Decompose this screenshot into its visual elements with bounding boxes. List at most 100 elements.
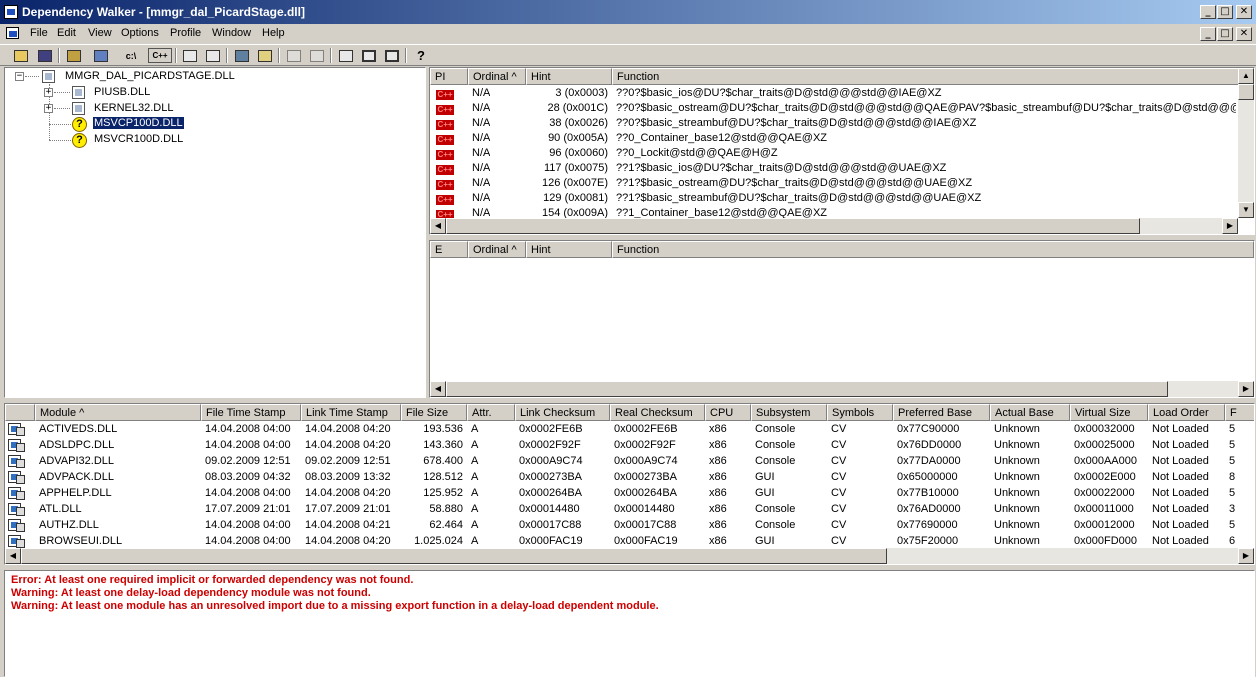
child-restore-button[interactable]: □ — [1217, 27, 1233, 41]
scroll-right-icon[interactable]: ▶ — [1238, 548, 1254, 564]
close-button[interactable]: ✕ — [1236, 5, 1252, 19]
next-icon[interactable] — [306, 46, 328, 65]
col-function[interactable]: Function — [612, 241, 1254, 258]
import-row[interactable]: C++ N/A 129 (0x0081) ??1?$basic_streambuf@D… — [430, 191, 1238, 206]
tree-item-msvcp100d[interactable]: MSVCP100D.DLL — [92, 116, 185, 130]
col-f[interactable]: F — [1225, 404, 1254, 421]
import-row[interactable]: C++ N/A 96 (0x0060) ??0_Lockit@std@@QAE@H@Z — [430, 146, 1238, 161]
module-row[interactable]: ACTIVEDS.DLL 14.04.2008 04:00 14.04.2008 0… — [5, 422, 1254, 437]
col-symbols[interactable]: Symbols — [827, 404, 893, 421]
chart-icon[interactable] — [179, 46, 201, 65]
maximize-button[interactable]: □ — [1217, 5, 1233, 19]
col-pi[interactable]: PI — [430, 68, 468, 85]
menu-view[interactable]: View — [88, 27, 112, 39]
col-virtual-size[interactable]: Virtual Size — [1070, 404, 1148, 421]
scroll-down-icon[interactable]: ▼ — [1238, 202, 1254, 218]
import-row[interactable]: C++ N/A 38 (0x0026) ??0?$basic_streambuf@DU… — [430, 116, 1238, 131]
system-info-icon[interactable] — [231, 46, 253, 65]
tile-vertical-icon[interactable] — [381, 46, 403, 65]
properties-icon[interactable] — [202, 46, 224, 65]
tree-item-kernel32[interactable]: KERNEL32.DLL — [94, 102, 174, 114]
col-preferred-base[interactable]: Preferred Base — [893, 404, 990, 421]
modules-hscroll[interactable]: ◀ ▶ — [5, 548, 1254, 564]
tile-horizontal-icon[interactable] — [358, 46, 380, 65]
scroll-thumb[interactable] — [1238, 84, 1254, 100]
tree-root-label[interactable]: MMGR_DAL_PICARDSTAGE.DLL — [65, 70, 235, 82]
menu-profile[interactable]: Profile — [170, 27, 201, 39]
scroll-left-icon[interactable]: ◀ — [430, 381, 446, 397]
module-row[interactable]: AUTHZ.DLL 14.04.2008 04:00 14.04.2008 04:2… — [5, 518, 1254, 533]
scroll-up-icon[interactable]: ▲ — [1238, 68, 1254, 84]
module-row[interactable]: APPHELP.DLL 14.04.2008 04:00 14.04.2008 04… — [5, 486, 1254, 501]
scroll-thumb[interactable] — [21, 548, 887, 564]
module-list[interactable]: Module ^ File Time Stamp Link Time Stamp Fi… — [4, 403, 1255, 565]
module-row[interactable]: ADVPACK.DLL 08.03.2009 04:32 08.03.2009 13… — [5, 470, 1254, 485]
scroll-thumb[interactable] — [446, 218, 1140, 234]
imports-hscroll[interactable]: ◀ ▶ — [430, 218, 1238, 234]
col-link-checksum[interactable]: Link Checksum — [515, 404, 610, 421]
scroll-right-icon[interactable]: ▶ — [1238, 381, 1254, 397]
cascade-icon[interactable] — [335, 46, 357, 65]
minimize-button[interactable]: _ — [1200, 5, 1216, 19]
help-icon[interactable]: ? — [410, 46, 432, 65]
menu-options[interactable]: Options — [121, 27, 159, 39]
col-module[interactable]: Module ^ — [35, 404, 201, 421]
document-icon[interactable] — [6, 27, 19, 39]
col-link-time-stamp[interactable]: Link Time Stamp — [301, 404, 401, 421]
scroll-thumb[interactable] — [446, 381, 1168, 397]
col-hint[interactable]: Hint — [526, 241, 612, 258]
undecorate-cpp-button[interactable]: C++ — [148, 48, 172, 63]
col-e[interactable]: E — [430, 241, 468, 258]
expand-icon[interactable]: + — [44, 104, 53, 113]
col-icon[interactable] — [5, 404, 35, 421]
col-ordinal[interactable]: Ordinal ^ — [468, 241, 526, 258]
module-tree[interactable]: − MMGR_DAL_PICARDSTAGE.DLL + PIUSB.DLL +… — [4, 67, 426, 398]
find-icon[interactable] — [63, 46, 85, 65]
exports-list[interactable]: E Ordinal ^ Hint Function ◀ ▶ — [429, 240, 1255, 398]
log-panel[interactable]: Error: At least one required implicit or… — [4, 570, 1255, 677]
title-bar[interactable]: Dependency Walker - [mmgr_dal_PicardStag… — [0, 0, 1256, 24]
save-icon[interactable] — [34, 46, 56, 65]
exports-hscroll[interactable]: ◀ ▶ — [430, 381, 1254, 397]
imports-list[interactable]: PI Ordinal ^ Hint Function C++ N/A 3 (0x00… — [429, 67, 1255, 235]
col-cpu[interactable]: CPU — [705, 404, 751, 421]
import-row[interactable]: C++ N/A 117 (0x0075) ??1?$basic_ios@DU?$cha… — [430, 161, 1238, 176]
col-attr[interactable]: Attr. — [467, 404, 515, 421]
module-row[interactable]: ATL.DLL 17.07.2009 21:01 17.07.2009 21:01 5… — [5, 502, 1254, 517]
tree-item-msvcr100d[interactable]: MSVCR100D.DLL — [94, 133, 183, 145]
col-real-checksum[interactable]: Real Checksum — [610, 404, 705, 421]
previous-icon[interactable] — [283, 46, 305, 65]
collapse-icon[interactable]: − — [15, 72, 24, 81]
col-function[interactable]: Function — [612, 68, 1240, 85]
module-row[interactable]: ADSLDPC.DLL 14.04.2008 04:00 14.04.2008 04… — [5, 438, 1254, 453]
menu-window[interactable]: Window — [212, 27, 251, 39]
import-row[interactable]: C++ N/A 126 (0x007E) ??1?$basic_ostream@DU?… — [430, 176, 1238, 191]
scroll-left-icon[interactable]: ◀ — [5, 548, 21, 564]
col-hint[interactable]: Hint — [526, 68, 612, 85]
open-icon[interactable] — [10, 46, 32, 65]
child-minimize-button[interactable]: _ — [1200, 27, 1216, 41]
scroll-left-icon[interactable]: ◀ — [430, 218, 446, 234]
col-actual-base[interactable]: Actual Base — [990, 404, 1070, 421]
import-row[interactable]: C++ N/A 3 (0x0003) ??0?$basic_ios@DU?$char_… — [430, 86, 1238, 101]
menu-file[interactable]: File — [30, 27, 48, 39]
col-subsystem[interactable]: Subsystem — [751, 404, 827, 421]
import-row[interactable]: C++ N/A 90 (0x005A) ??0_Container_base12@st… — [430, 131, 1238, 146]
import-row[interactable]: C++ N/A 28 (0x001C) ??0?$basic_ostream@DU?$… — [430, 101, 1238, 116]
col-file-size[interactable]: File Size — [401, 404, 467, 421]
col-file-time-stamp[interactable]: File Time Stamp — [201, 404, 301, 421]
tree-icon[interactable] — [90, 46, 112, 65]
scroll-right-icon[interactable]: ▶ — [1222, 218, 1238, 234]
module-row[interactable]: ADVAPI32.DLL 09.02.2009 12:51 09.02.2009 1… — [5, 454, 1254, 469]
expand-icon[interactable]: + — [44, 88, 53, 97]
menu-edit[interactable]: Edit — [57, 27, 76, 39]
child-close-button[interactable]: ✕ — [1236, 27, 1252, 41]
full-paths-button[interactable]: c:\ — [120, 46, 142, 65]
col-load-order[interactable]: Load Order — [1148, 404, 1225, 421]
col-ordinal[interactable]: Ordinal ^ — [468, 68, 526, 85]
search-icon[interactable] — [254, 46, 276, 65]
menu-help[interactable]: Help — [262, 27, 285, 39]
module-row[interactable]: BROWSEUI.DLL 14.04.2008 04:00 14.04.2008 0… — [5, 534, 1254, 549]
app-icon[interactable] — [4, 5, 18, 19]
imports-vscroll[interactable]: ▲ ▼ — [1238, 68, 1254, 218]
